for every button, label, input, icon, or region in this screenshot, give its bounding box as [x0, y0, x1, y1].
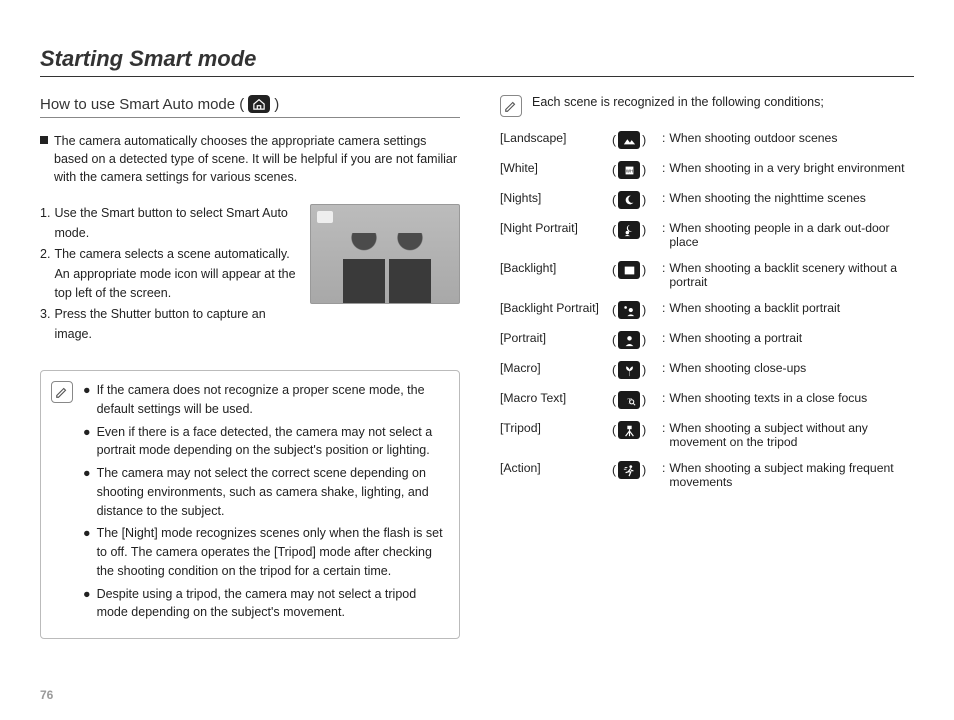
- backlight-portrait-icon: [618, 301, 640, 319]
- macro-text-icon: [618, 391, 640, 409]
- scene-desc: When shooting a backlit scenery without …: [669, 261, 914, 289]
- table-row: [Landscape]():When shooting outdoor scen…: [500, 131, 914, 149]
- notes-list: ●If the camera does not recognize a prop…: [83, 381, 447, 626]
- note-icon: [51, 381, 73, 403]
- scene-name: [Action]: [500, 461, 612, 475]
- table-row: [Night Portrait]():When shooting people …: [500, 221, 914, 249]
- note-box: ●If the camera does not recognize a prop…: [40, 370, 460, 639]
- list-item: ●Even if there is a face detected, the c…: [83, 423, 447, 461]
- backlight-icon: [618, 261, 640, 279]
- scene-name: [Portrait]: [500, 331, 612, 345]
- landscape-icon: [618, 131, 640, 149]
- table-row: [Tripod]():When shooting a subject witho…: [500, 421, 914, 449]
- list-item: ●The camera may not select the correct s…: [83, 464, 447, 520]
- intro-text: The camera automatically chooses the app…: [54, 132, 460, 186]
- page-title: Starting Smart mode: [40, 46, 914, 77]
- table-row: [Macro]():When shooting close-ups: [500, 361, 914, 379]
- scene-name: [Tripod]: [500, 421, 612, 435]
- scene-table: [Landscape]():When shooting outdoor scen…: [500, 131, 914, 489]
- list-item: ●If the camera does not recognize a prop…: [83, 381, 447, 419]
- table-row: [Nights]():When shooting the nighttime s…: [500, 191, 914, 209]
- white-icon: [618, 161, 640, 179]
- table-row: [Action]():When shooting a subject makin…: [500, 461, 914, 489]
- scene-desc: When shooting a portrait: [669, 331, 802, 345]
- scenes-heading-row: Each scene is recognized in the followin…: [500, 95, 914, 117]
- scene-name: [Backlight Portrait]: [500, 301, 612, 315]
- note-icon: [500, 95, 522, 117]
- scene-name: [Landscape]: [500, 131, 612, 145]
- right-column: Each scene is recognized in the followin…: [500, 95, 914, 639]
- left-column: How to use Smart Auto mode ( ) The camer…: [40, 95, 460, 639]
- portrait-icon: [618, 331, 640, 349]
- tripod-icon: [618, 421, 640, 439]
- scenes-heading: Each scene is recognized in the followin…: [532, 95, 824, 109]
- list-item: 3.Press the Shutter button to capture an…: [40, 305, 296, 344]
- subhead-text-b: ): [274, 96, 279, 113]
- scene-desc: When shooting texts in a close focus: [669, 391, 867, 405]
- subheading: How to use Smart Auto mode ( ): [40, 95, 460, 118]
- nights-icon: [618, 191, 640, 209]
- macro-icon: [618, 361, 640, 379]
- scene-name: [Nights]: [500, 191, 612, 205]
- scene-name: [White]: [500, 161, 612, 175]
- list-item: 1.Use the Smart button to select Smart A…: [40, 204, 296, 243]
- intro-paragraph: The camera automatically chooses the app…: [40, 132, 460, 186]
- scene-desc: When shooting a subject making frequent …: [669, 461, 914, 489]
- subhead-text-a: How to use Smart Auto mode (: [40, 96, 244, 113]
- steps-list: 1.Use the Smart button to select Smart A…: [40, 204, 296, 346]
- scene-desc: When shooting in a very bright environme…: [669, 161, 904, 175]
- action-icon: [618, 461, 640, 479]
- scene-name: [Macro Text]: [500, 391, 612, 405]
- table-row: [Backlight Portrait]():When shooting a b…: [500, 301, 914, 319]
- night-portrait-icon: [618, 221, 640, 239]
- scene-name: [Macro]: [500, 361, 612, 375]
- table-row: [Backlight]():When shooting a backlit sc…: [500, 261, 914, 289]
- scene-desc: When shooting close-ups: [669, 361, 806, 375]
- list-item: 2.The camera selects a scene automatical…: [40, 245, 296, 303]
- table-row: [Macro Text]():When shooting texts in a …: [500, 391, 914, 409]
- scene-desc: When shooting people in a dark out-door …: [669, 221, 914, 249]
- page-number: 76: [40, 688, 53, 702]
- table-row: [Portrait]():When shooting a portrait: [500, 331, 914, 349]
- table-row: [White]():When shooting in a very bright…: [500, 161, 914, 179]
- list-item: ●The [Night] mode recognizes scenes only…: [83, 524, 447, 580]
- scene-desc: When shooting outdoor scenes: [669, 131, 837, 145]
- scene-desc: When shooting a subject without any move…: [669, 421, 914, 449]
- screen-preview-illustration: [310, 204, 460, 304]
- list-item: ●Despite using a tripod, the camera may …: [83, 585, 447, 623]
- scene-name: [Backlight]: [500, 261, 612, 275]
- bullet-square-icon: [40, 136, 48, 144]
- scene-desc: When shooting a backlit portrait: [669, 301, 840, 315]
- smart-auto-icon: [248, 95, 270, 113]
- scene-name: [Night Portrait]: [500, 221, 612, 235]
- scene-desc: When shooting the nighttime scenes: [669, 191, 865, 205]
